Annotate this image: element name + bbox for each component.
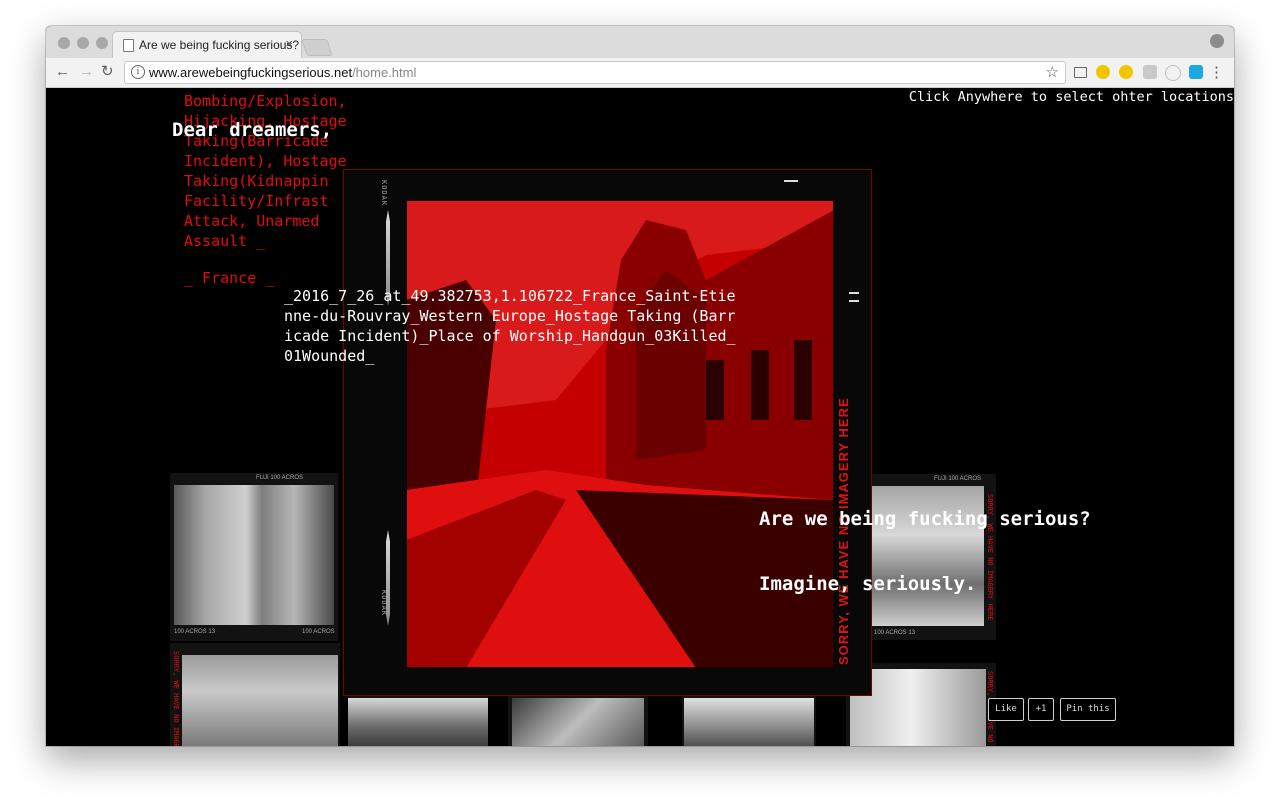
url-text[interactable]: www.arewebeingfuckingserious.net/home.ht… <box>149 65 416 80</box>
thumbnail-trees[interactable] <box>348 694 488 746</box>
main-photo-frame[interactable]: KODAK KODAK SORRY, WE HAVE NO IMAGERY HE… <box>343 169 872 696</box>
plus-one-button[interactable]: +1 <box>1028 698 1054 721</box>
location-hint: Click Anywhere to select ohter locations <box>908 89 1234 105</box>
browser-window: Are we being fucking serious? × ← → ↻ i … <box>46 26 1234 746</box>
tab-active[interactable]: Are we being fucking serious? × <box>112 31 302 59</box>
minimize-window-icon[interactable] <box>77 37 89 49</box>
forward-button[interactable]: → <box>79 63 94 81</box>
thumbnail-image <box>684 698 814 746</box>
thumbnail-image <box>182 655 338 746</box>
film-label-bottom-right: 100 ACROS <box>302 629 335 635</box>
reload-button[interactable]: ↻ <box>101 63 114 81</box>
url-host: www.arewebeingfuckingserious.net <box>149 65 353 80</box>
thumbnail-image <box>870 486 984 626</box>
info-icon[interactable]: i <box>131 65 145 79</box>
street-view-image <box>406 200 834 668</box>
page-viewport[interactable]: Bombing/Explosion, Hijacking, Hostage Ta… <box>46 88 1234 746</box>
url-path: /home.html <box>352 65 417 80</box>
film-label-bottom: 100 ACROS 13 <box>874 630 916 636</box>
film-label-bottom: 100 ACROS 13 <box>174 629 216 635</box>
thumbnail-canopy[interactable] <box>508 694 648 746</box>
extension-gray-icon[interactable] <box>1143 65 1157 79</box>
close-window-icon[interactable] <box>58 37 70 49</box>
browser-menu-icon[interactable]: ⋮ <box>1209 63 1224 81</box>
like-button[interactable]: Like <box>988 698 1024 721</box>
thumbnail-car-building[interactable]: FUJI 100 ACROS 100 ACROS 13 SORRY, WE HA… <box>870 474 996 640</box>
no-imagery-label: SORRY, WE HAVE NO IMAGERY HERE <box>836 397 851 665</box>
extension-search-icon[interactable] <box>1096 65 1110 79</box>
street-view-photo[interactable] <box>406 200 834 668</box>
thumbnail-building-facade[interactable]: SORRY, WE HAVE NO IMAGERY HERE <box>170 643 340 746</box>
page-icon <box>123 39 134 52</box>
extension-sync-icon[interactable] <box>1165 65 1181 81</box>
extension-home-icon[interactable] <box>1119 65 1133 79</box>
thumbnail-plaza[interactable] <box>682 694 816 746</box>
thumbnail-street-alley[interactable]: FUJI 100 ACROS 100 ACROS 13 100 ACROS <box>170 473 338 641</box>
profile-icon[interactable] <box>1210 34 1224 48</box>
tab-strip: Are we being fucking serious? × <box>46 26 1234 59</box>
tab-close-icon[interactable]: × <box>285 36 293 51</box>
location-caption: _2016_7_26_at_49.382753,1.106722_France_… <box>284 287 736 365</box>
thumbnail-image <box>512 698 644 746</box>
extension-vimeo-icon[interactable] <box>1189 65 1203 79</box>
address-bar[interactable]: i www.arewebeingfuckingserious.net/home.… <box>124 61 1066 84</box>
pin-this-button[interactable]: Pin this <box>1060 698 1116 721</box>
frame-mark <box>849 300 859 302</box>
film-label-top: FUJI 100 ACROS <box>934 476 982 482</box>
browser-toolbar: ← → ↻ i www.arewebeingfuckingserious.net… <box>46 58 1234 88</box>
bookmark-star-icon[interactable]: ☆ <box>1046 63 1059 81</box>
film-strip-label: SORRY, WE HAVE NO IMAGERY HERE <box>172 651 180 746</box>
zoom-window-icon[interactable] <box>96 37 108 49</box>
headline-imagine: Imagine, seriously. <box>759 573 977 595</box>
headline-question: Are we being fucking serious? <box>759 508 1091 530</box>
tab-title: Are we being fucking serious? <box>139 38 300 52</box>
frame-mark <box>849 292 859 294</box>
film-brand-label: KODAK <box>380 180 388 207</box>
film-label-top: FUJI 100 ACROS <box>256 475 304 481</box>
frame-mark <box>784 180 798 182</box>
back-button[interactable]: ← <box>55 63 70 81</box>
thumbnail-image <box>348 698 488 746</box>
new-tab-button[interactable] <box>301 39 333 56</box>
country-label: _ France _ <box>184 269 275 287</box>
film-brand-label: KODAK <box>380 590 388 617</box>
greeting-text: Dear dreamers, <box>172 119 333 141</box>
thumbnail-image <box>174 485 334 625</box>
cast-icon[interactable] <box>1074 67 1087 78</box>
